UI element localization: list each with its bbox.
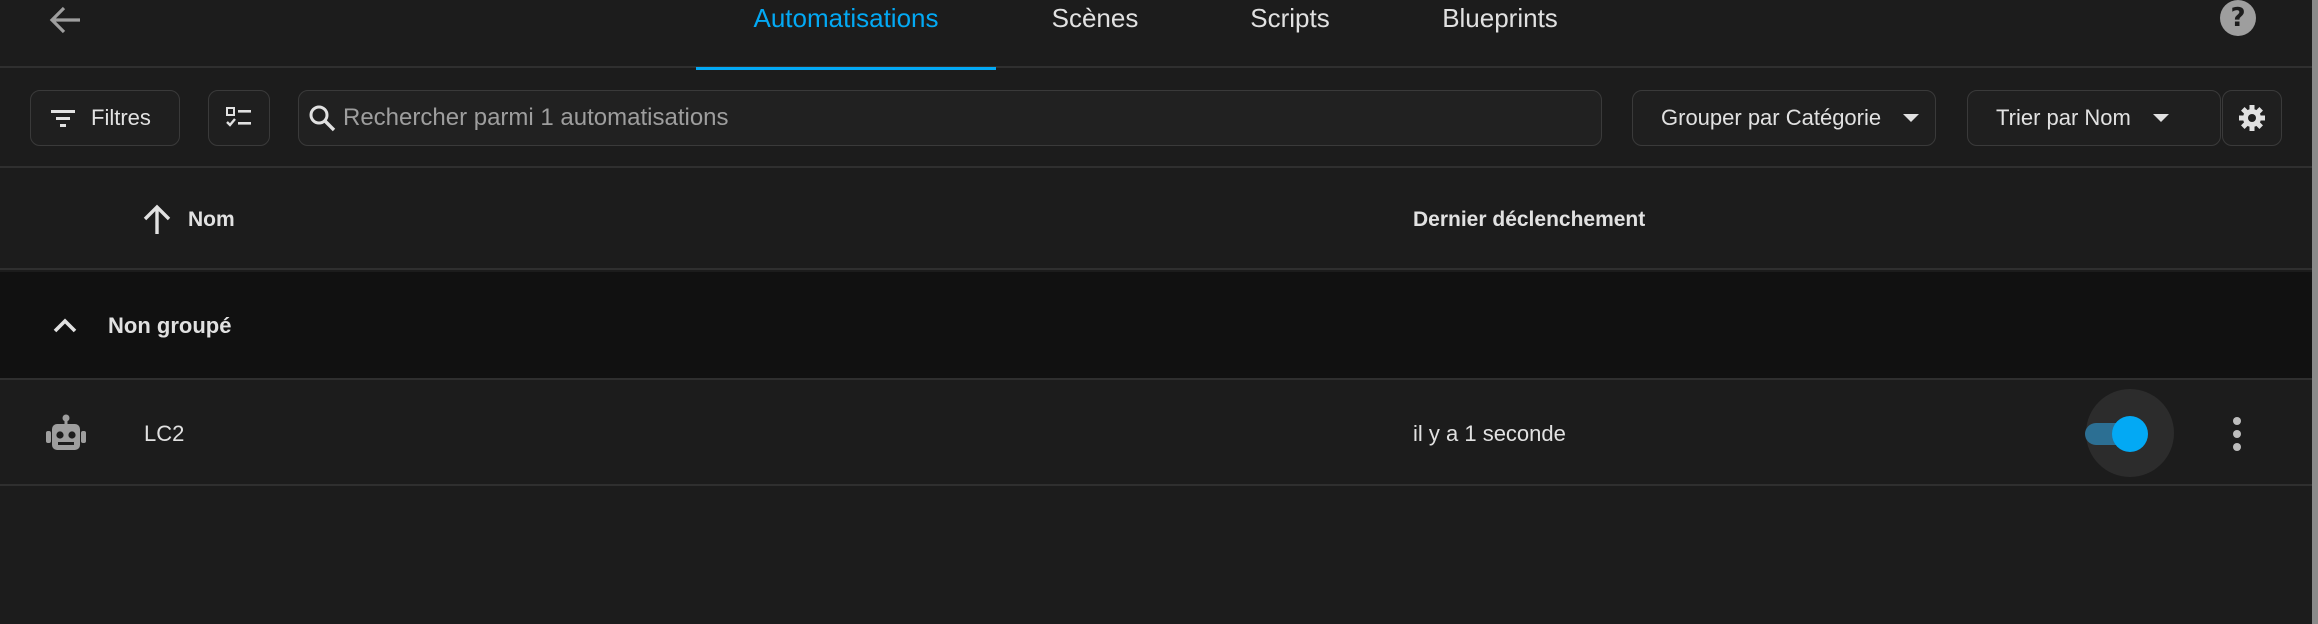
collapse-group-button[interactable] xyxy=(50,310,80,345)
table-header: Nom Dernier déclenchement xyxy=(0,170,2312,270)
scrollbar[interactable] xyxy=(2312,0,2318,624)
robot-icon xyxy=(44,414,88,459)
settings-button[interactable] xyxy=(2222,90,2282,146)
caret-down-icon xyxy=(2152,114,2169,122)
toggle-knob xyxy=(2112,416,2148,452)
help-button[interactable]: ? xyxy=(2220,0,2256,36)
sort-by-label: Trier par Nom xyxy=(1996,105,2131,130)
group-by-dropdown[interactable]: Grouper par Catégorie xyxy=(1632,90,1936,146)
tab-label: Scènes xyxy=(1051,3,1139,33)
back-button[interactable] xyxy=(40,0,90,40)
table-row[interactable]: LC2 il y a 1 seconde xyxy=(0,382,2312,486)
last-triggered-value: il y a 1 seconde xyxy=(1413,421,1566,446)
app-frame: Automatisations Scènes Scripts Blueprint… xyxy=(0,0,2318,624)
tab-bar: Automatisations Scènes Scripts Blueprint… xyxy=(0,0,2312,70)
column-header-name[interactable]: Nom xyxy=(140,170,235,270)
filters-label: Filtres xyxy=(91,105,151,130)
search-field[interactable] xyxy=(298,90,1602,146)
group-header: Non groupé xyxy=(0,272,2312,380)
sort-by-dropdown[interactable]: Trier par Nom xyxy=(1967,90,2221,146)
caret-down-icon xyxy=(1903,114,1920,122)
tab-label: Scripts xyxy=(1250,3,1330,33)
dots-vertical-icon xyxy=(2233,430,2241,438)
dots-vertical-icon xyxy=(2233,417,2241,425)
arrow-up-icon xyxy=(143,204,171,234)
filters-button[interactable]: Filtres xyxy=(30,90,180,146)
tab-scripts[interactable]: Scripts xyxy=(1210,0,1370,68)
group-by-label: Grouper par Catégorie xyxy=(1661,105,1882,130)
help-circle-icon: ? xyxy=(2230,3,2246,33)
chevron-up-icon xyxy=(53,318,77,333)
automation-name: LC2 xyxy=(144,421,185,446)
row-menu-button[interactable] xyxy=(2222,412,2252,456)
tab-label: Blueprints xyxy=(1442,3,1558,33)
filter-toolbar: Filtres Grouper par Catégorie Trier par … xyxy=(0,70,2312,168)
search-input[interactable] xyxy=(343,104,1601,132)
tab-blueprints[interactable]: Blueprints xyxy=(1420,0,1580,68)
tab-scenes[interactable]: Scènes xyxy=(1010,0,1180,68)
gear-icon xyxy=(2239,105,2265,131)
selection-mode-button[interactable] xyxy=(208,90,270,146)
column-header-last-triggered[interactable]: Dernier déclenchement xyxy=(1413,170,1645,270)
tab-label: Automatisations xyxy=(753,3,939,33)
dots-vertical-icon xyxy=(2233,443,2241,451)
column-label: Dernier déclenchement xyxy=(1413,208,1646,231)
column-label: Nom xyxy=(188,208,235,231)
magnify-icon xyxy=(309,105,336,132)
group-label: Non groupé xyxy=(108,313,232,338)
tab-automations[interactable]: Automatisations xyxy=(696,0,996,70)
filter-icon xyxy=(51,110,75,127)
checklist-icon xyxy=(226,107,251,127)
arrow-left-icon xyxy=(49,6,80,34)
